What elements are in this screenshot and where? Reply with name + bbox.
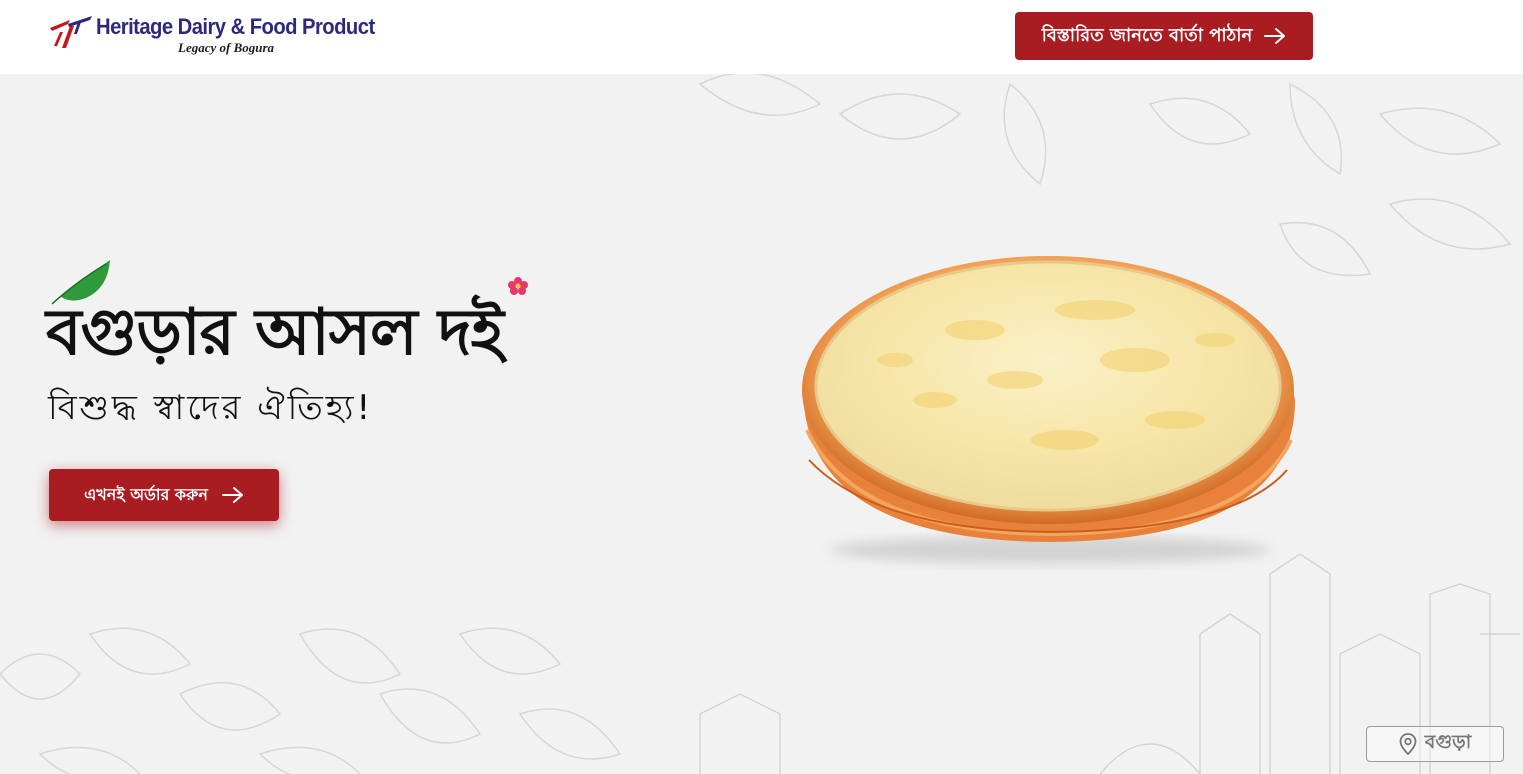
order-button-label: এখনই অর্ডার করুন [84, 484, 208, 504]
location-label: বগুড়া [1424, 731, 1472, 753]
contact-button-label: বিস্তারিত জানতে বার্তা পাঠান [1041, 24, 1253, 46]
yogurt-pot-image [802, 256, 1295, 564]
arrow-right-icon [221, 487, 243, 503]
order-now-button[interactable]: এখনই অর্ডার করুন [49, 469, 279, 521]
heritage-logo-mark-icon [50, 16, 92, 48]
contact-button[interactable]: বিস্তারিত জানতে বার্তা পাঠান [1015, 12, 1313, 60]
brand-name: Heritage Dairy & Food Product [96, 14, 375, 39]
site-header: Heritage Dairy & Food Product Legacy of … [0, 0, 1523, 74]
landing-page: Heritage Dairy & Food Product Legacy of … [0, 0, 1523, 774]
location-badge[interactable]: বগুড়া [1366, 726, 1504, 762]
brand-tagline: Legacy of Bogura [178, 40, 275, 55]
hero-title: বগুড়ার আসল দই [46, 296, 504, 370]
arrow-right-icon [1264, 28, 1286, 44]
pink-flower-icon [508, 277, 528, 295]
brand-logo[interactable]: Heritage Dairy & Food Product Legacy of … [48, 12, 375, 60]
hero-subtitle: বিশুদ্ধ স্বাদের ঐতিহ্য! [48, 388, 374, 428]
map-pin-icon [1399, 733, 1417, 755]
